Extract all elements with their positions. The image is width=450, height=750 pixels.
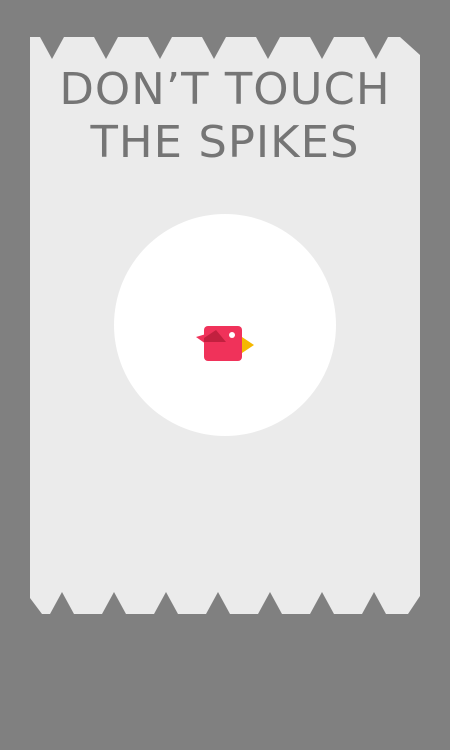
top-spikes	[40, 37, 420, 59]
title-line-1: DON’T TOUCH	[59, 64, 391, 115]
spike-icon	[364, 37, 388, 59]
spike-icon	[50, 592, 74, 614]
spike-icon	[30, 598, 42, 614]
spike-icon	[148, 37, 172, 59]
spike-icon	[310, 37, 334, 59]
spike-icon	[400, 37, 420, 55]
spike-icon	[154, 592, 178, 614]
spike-icon	[102, 592, 126, 614]
game-arena[interactable]: DON’T TOUCH THE SPIKES	[30, 37, 420, 614]
title-line-2: THE SPIKES	[90, 117, 360, 168]
game-screen[interactable]: DON’T TOUCH THE SPIKES	[0, 0, 450, 750]
spike-icon	[310, 592, 334, 614]
spike-icon	[408, 596, 420, 614]
bottom-spikes	[30, 592, 420, 614]
spike-icon	[40, 37, 64, 59]
spike-icon	[94, 37, 118, 59]
spike-icon	[258, 592, 282, 614]
bird-icon[interactable]	[196, 324, 254, 364]
spike-icon	[362, 592, 386, 614]
spike-icon	[206, 592, 230, 614]
spike-icon	[256, 37, 280, 59]
spike-icon	[202, 37, 226, 59]
game-title: DON’T TOUCH THE SPIKES	[26, 63, 424, 169]
bird-beak	[242, 337, 254, 353]
bird-body	[204, 326, 242, 361]
bird-eye	[229, 332, 235, 338]
